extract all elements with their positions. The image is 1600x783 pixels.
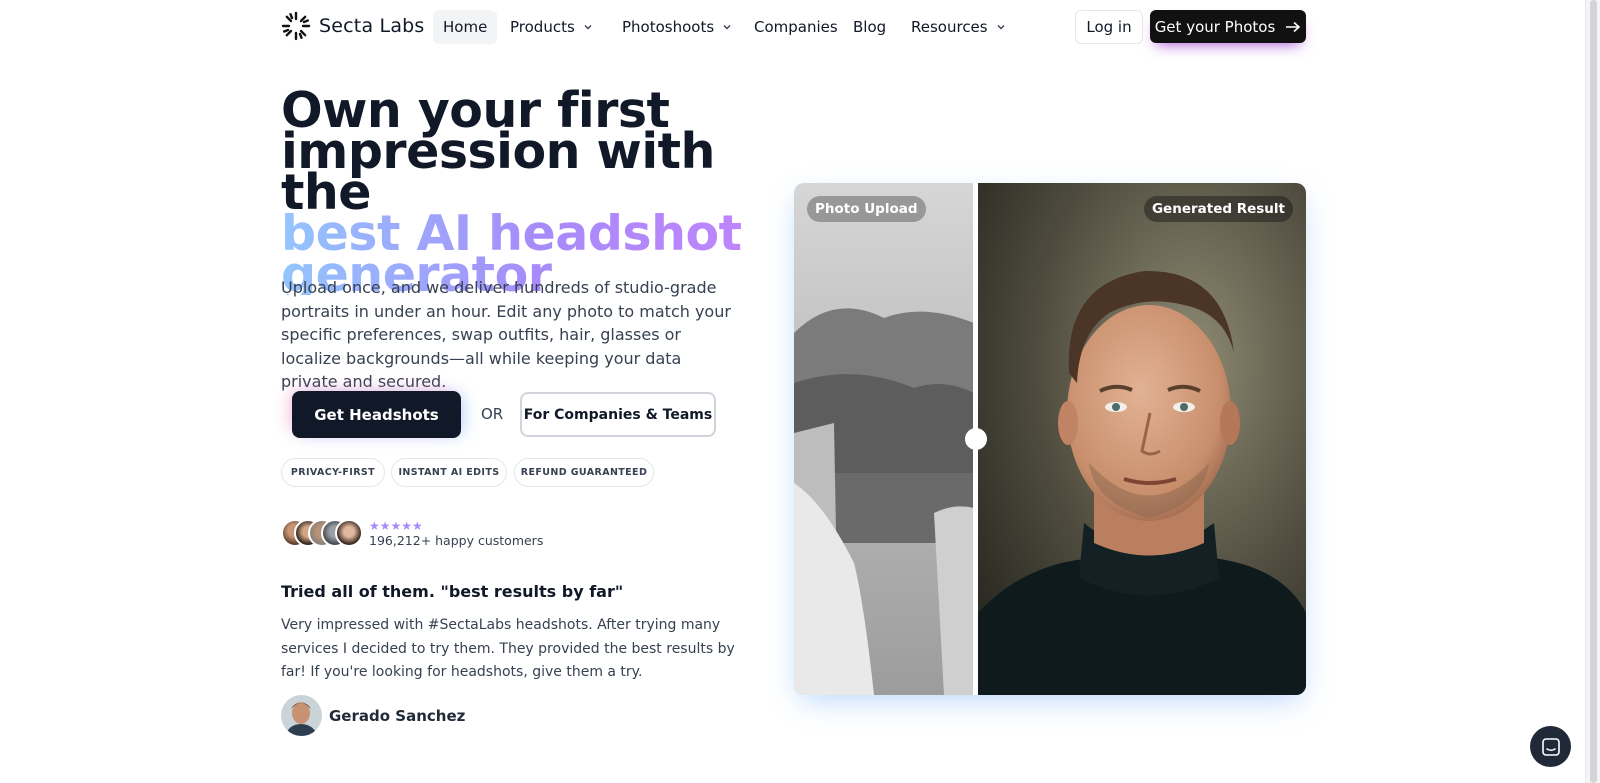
pill-privacy-first: privacy-first: [281, 458, 385, 487]
hero-description: Upload once, and we deliver hundreds of …: [281, 278, 731, 391]
hero-title-line2: impression with the: [281, 123, 715, 221]
nav-blog-label: Blog: [853, 18, 887, 36]
customer-count: 196,212+ happy customers: [369, 533, 544, 548]
chat-icon: [1541, 737, 1560, 756]
login-button[interactable]: Log in: [1075, 10, 1143, 44]
pill-label: instant ai edits: [398, 467, 500, 478]
chevron-down-icon: [723, 25, 731, 30]
logo[interactable]: Secta Labs: [281, 11, 425, 41]
nav-photoshoots[interactable]: Photoshoots: [612, 10, 742, 44]
pill-instant-ai-edits: instant ai edits: [391, 458, 507, 487]
get-headshots-label: Get Headshots: [314, 405, 439, 424]
generated-result-tag: Generated Result: [1143, 196, 1293, 222]
pill-label: privacy-first: [290, 467, 376, 478]
nav-resources[interactable]: Resources: [901, 10, 1016, 44]
nav-companies[interactable]: Companies: [744, 10, 848, 44]
get-headshots-button[interactable]: Get Headshots: [292, 391, 461, 438]
rating-stars: ★★★★★: [369, 519, 423, 533]
nav-home-label: Home: [443, 18, 488, 36]
author-avatar: [281, 695, 322, 736]
hero-title: Own your first impression with the best …: [281, 86, 751, 299]
scrollbar-thumb[interactable]: [1590, 0, 1597, 783]
before-after-comparison[interactable]: Photo Upload Generated Result: [794, 183, 1306, 695]
nav-home[interactable]: Home: [433, 10, 498, 44]
nav-products-label: Products: [510, 18, 575, 36]
comparison-slider-handle[interactable]: [965, 428, 987, 450]
nav-blog[interactable]: Blog: [843, 10, 896, 44]
nav-resources-label: Resources: [911, 18, 988, 36]
companies-teams-label: For Companies & Teams: [523, 406, 713, 423]
page-scrollbar[interactable]: [1585, 0, 1600, 783]
pill-refund-guaranteed: refund guaranteed: [514, 458, 654, 487]
logo-text: Secta Labs: [319, 15, 425, 37]
photo-upload-tag: Photo Upload: [807, 196, 926, 222]
sunburst-icon: [281, 11, 311, 41]
chevron-down-icon: [997, 25, 1005, 30]
companies-teams-button[interactable]: For Companies & Teams: [520, 392, 716, 437]
pill-label: refund guaranteed: [520, 467, 648, 478]
login-label: Log in: [1086, 18, 1132, 36]
avatar: [335, 519, 363, 547]
chat-launcher-button[interactable]: [1530, 726, 1571, 767]
get-photos-label: Get your Photos: [1154, 17, 1276, 36]
nav-products[interactable]: Products: [500, 10, 603, 44]
chevron-down-icon: [584, 25, 592, 30]
or-separator: OR: [481, 405, 504, 423]
testimonial-body: Very impressed with #SectaLabs headshots…: [281, 617, 735, 680]
testimonial-title: Tried all of them. "best results by far": [281, 582, 624, 601]
arrow-right-icon: [1286, 21, 1301, 32]
nav-companies-label: Companies: [754, 18, 838, 36]
author-name: Gerado Sanchez: [329, 707, 466, 725]
top-nav: Secta Labs Home Products Photoshoots Com…: [0, 0, 1585, 54]
comparison-image: [794, 183, 1306, 695]
nav-photoshoots-label: Photoshoots: [622, 18, 715, 36]
customer-avatars: [281, 519, 363, 549]
get-photos-button[interactable]: Get your Photos: [1150, 10, 1306, 43]
